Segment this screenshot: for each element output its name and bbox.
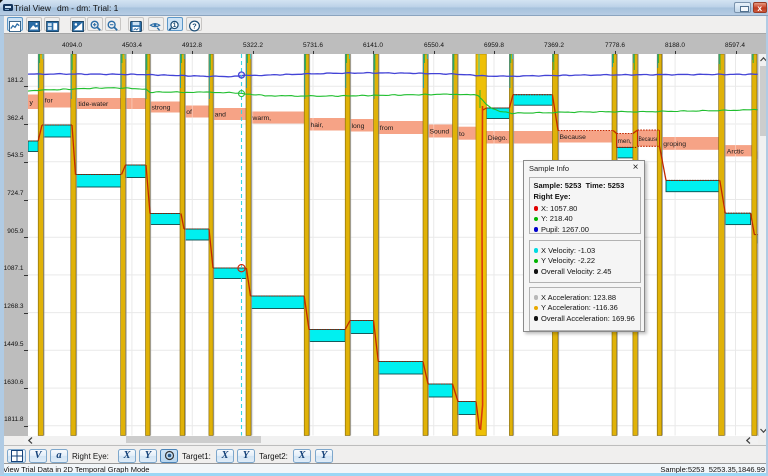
svg-text:of: of xyxy=(186,109,192,116)
svg-text:Diego.: Diego. xyxy=(488,135,508,142)
svg-text:y: y xyxy=(30,99,34,106)
svg-text:Sound: Sound xyxy=(430,129,450,136)
svg-text:for: for xyxy=(45,98,54,105)
svg-text:to: to xyxy=(459,131,465,138)
svg-text:from: from xyxy=(380,125,394,132)
svg-text:hair,: hair, xyxy=(311,122,324,129)
svg-text:Because: Because xyxy=(560,134,587,141)
svg-text:strong: strong xyxy=(152,105,171,112)
svg-text:Because: Because xyxy=(639,136,659,143)
svg-text:1: 1 xyxy=(173,22,177,29)
svg-text:warm,: warm, xyxy=(252,115,272,122)
svg-text:long: long xyxy=(352,123,365,130)
svg-text:men,: men, xyxy=(618,138,632,145)
svg-text:Arctic: Arctic xyxy=(727,148,745,155)
svg-text:?: ? xyxy=(192,21,197,30)
svg-text:groping: groping xyxy=(663,141,686,148)
svg-text:tide-water: tide-water xyxy=(78,101,109,108)
svg-text:and: and xyxy=(215,112,227,119)
